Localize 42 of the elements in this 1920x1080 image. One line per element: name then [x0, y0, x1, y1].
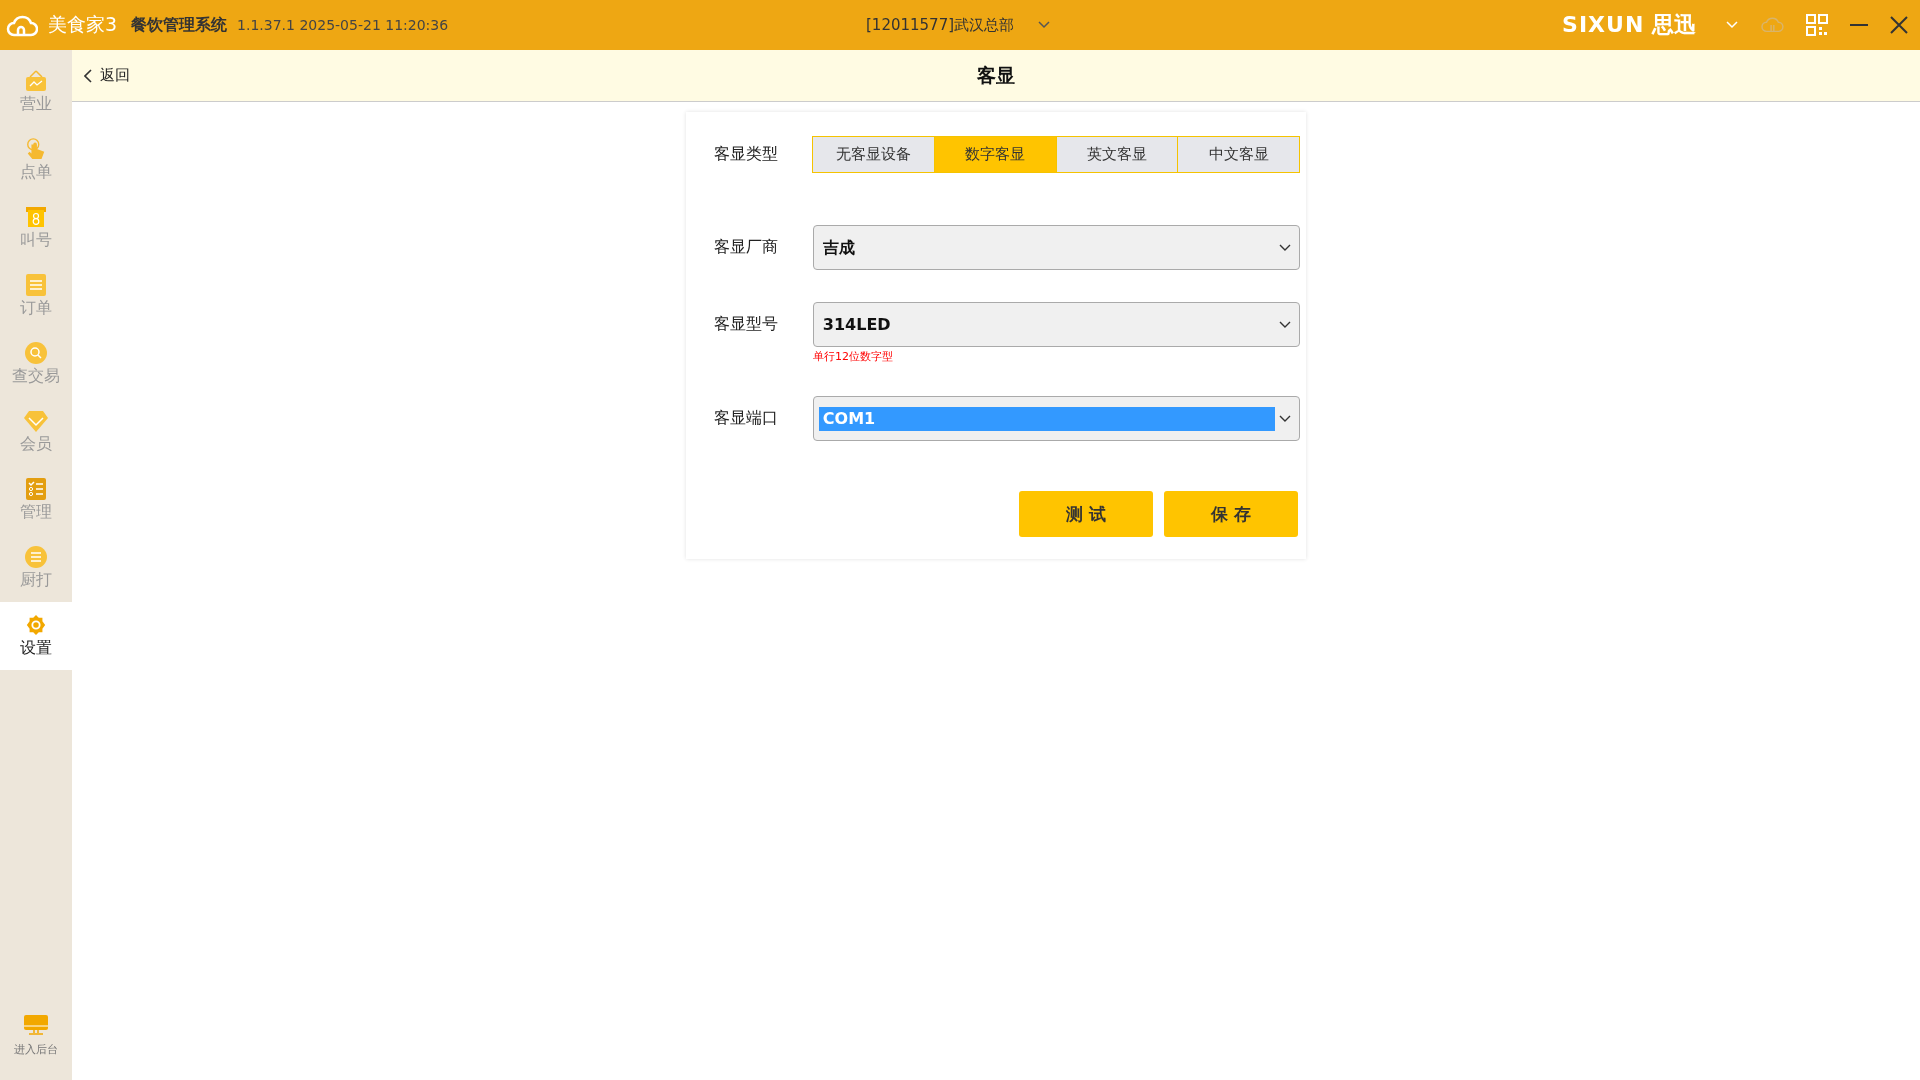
page-title: 客显 — [977, 62, 1015, 88]
menu-icon — [25, 545, 47, 568]
chevron-down-icon — [1279, 320, 1291, 329]
store-selector[interactable]: [12011577]武汉总部 — [866, 15, 1051, 35]
dropdown-field[interactable]: 吉成 — [812, 225, 1300, 270]
cloud-sync-icon[interactable] — [1760, 15, 1784, 35]
chevron-down-icon — [1038, 21, 1051, 29]
ticket-icon — [25, 205, 47, 228]
segment-tab[interactable]: 英文客显 — [1056, 137, 1179, 172]
action-button[interactable]: 保 存 — [1164, 491, 1298, 537]
bag-icon — [24, 69, 48, 92]
cloud-logo-icon — [6, 13, 38, 37]
close-icon[interactable] — [1890, 16, 1908, 34]
version-text: 1.1.37.1 2025-05-21 11:20:36 — [237, 17, 449, 33]
field-label: 客显端口 — [714, 408, 779, 429]
monitor-icon — [23, 1013, 49, 1036]
field-label: 客显厂商 — [714, 237, 779, 258]
chevron-down-icon — [1279, 414, 1291, 423]
system-name: 餐饮管理系统 — [131, 14, 228, 36]
backend-button[interactable]: 进入后台 — [0, 1000, 72, 1070]
chevron-down-icon — [1279, 243, 1291, 252]
action-button[interactable]: 测 试 — [1019, 491, 1153, 537]
hint-text: 单行12位数字型 — [813, 349, 894, 364]
back-link[interactable]: 返回 — [84, 66, 130, 85]
document-icon — [26, 273, 46, 296]
brand-logo: SIXUN 思迅 — [1562, 11, 1696, 39]
chevron-down-icon[interactable] — [1726, 21, 1738, 29]
search-icon — [25, 341, 47, 364]
field-label: 客显类型 — [714, 144, 779, 165]
segment-tab[interactable]: 无客显设备 — [813, 137, 935, 172]
qr-code-icon[interactable] — [1806, 14, 1828, 36]
app-name: 美食家3 — [48, 12, 118, 37]
diamond-icon — [24, 409, 48, 432]
segment-tab[interactable]: 数字客显 — [934, 137, 1057, 172]
sidebar-item[interactable]: 设置 — [0, 602, 72, 670]
dropdown-field[interactable]: 314LED — [812, 302, 1300, 347]
segment-tab[interactable]: 中文客显 — [1178, 137, 1300, 172]
field-label: 客显型号 — [714, 314, 779, 335]
checklist-icon — [26, 477, 46, 500]
settings-icon — [25, 613, 47, 636]
pointing-hand-icon — [25, 137, 47, 160]
chevron-left-icon — [84, 68, 92, 83]
